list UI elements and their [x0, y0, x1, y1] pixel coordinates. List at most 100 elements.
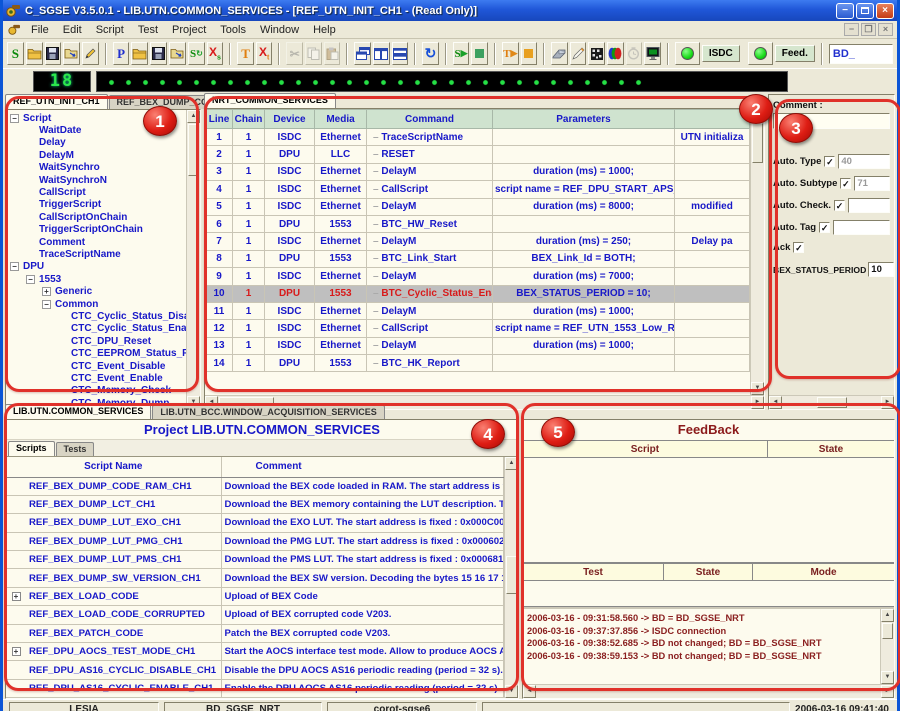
tree-scrollbar[interactable]: ▲ ▼ — [186, 110, 200, 409]
mdi-close-button[interactable]: × — [878, 23, 893, 36]
tree-toggle-icon[interactable]: − — [42, 300, 51, 309]
command-row[interactable]: 8 1 DPU 1553 BTC_Link_Start BEX_Link_Id … — [206, 250, 750, 267]
project-subtab[interactable]: Tests — [56, 442, 95, 456]
minimize-button[interactable]: − — [836, 3, 854, 19]
cell-expand[interactable] — [6, 679, 26, 697]
tree-item[interactable]: CTC_Event_Disable — [6, 360, 186, 372]
cell-expand[interactable] — [6, 514, 26, 532]
tree-item[interactable]: DelayM — [6, 149, 186, 161]
scripts-table-scrollbar[interactable]: ▲ ▼ — [504, 457, 518, 698]
scrollbar-thumb[interactable] — [506, 556, 517, 594]
menu-tools[interactable]: Tools — [213, 23, 253, 37]
tree-item[interactable]: − 1553 — [6, 273, 186, 285]
scroll-up-icon[interactable]: ▲ — [187, 110, 200, 123]
open-script-button[interactable] — [26, 42, 43, 65]
expand-icon[interactable]: + — [12, 647, 21, 656]
tree-toggle-icon[interactable]: + — [42, 287, 51, 296]
cell-expand[interactable]: + — [6, 643, 26, 661]
tree-item[interactable]: − Common — [6, 298, 186, 310]
scrollbar-thumb[interactable] — [882, 623, 893, 639]
stop-test-button[interactable] — [521, 42, 538, 65]
command-row[interactable]: 6 1 DPU 1553 BTC_HW_Reset — [206, 215, 750, 232]
delete-script-button[interactable]: Xs — [207, 42, 224, 65]
tree-toggle-icon[interactable]: − — [26, 275, 35, 284]
command-row[interactable]: 13 1 ISDC Ethernet DelayM duration (ms) … — [206, 337, 750, 354]
close-button[interactable]: × — [876, 3, 894, 19]
cell-expand[interactable] — [6, 569, 26, 587]
command-row[interactable]: 2 1 DPU LLC RESET — [206, 146, 750, 163]
eraser-button[interactable] — [551, 42, 568, 65]
col-device[interactable]: Device — [265, 110, 315, 129]
tree-item[interactable]: TraceScriptName — [6, 248, 186, 260]
scroll-left-icon[interactable]: ◄ — [523, 685, 536, 698]
cell-expand[interactable] — [6, 624, 26, 642]
script-row[interactable]: REF_DPU_AS16_CYCLIC_ENABLE_CH1 Enable th… — [6, 679, 504, 697]
col-line[interactable]: Line — [206, 110, 233, 129]
matrix-button[interactable] — [588, 42, 605, 65]
scroll-right-icon[interactable]: ► — [881, 685, 894, 698]
col-script-name[interactable]: Script Name — [6, 457, 221, 477]
run-script-button[interactable]: S▶ — [453, 42, 470, 65]
expand-icon[interactable]: + — [12, 592, 21, 601]
command-table-vscrollbar[interactable]: ▲ ▼ — [750, 109, 764, 395]
mdi-restore-button[interactable]: ❐ — [861, 23, 876, 36]
tree-toggle-icon[interactable]: − — [10, 262, 19, 271]
command-row[interactable]: 5 1 ISDC Ethernet DelayM duration (ms) =… — [206, 198, 750, 215]
cell-expand[interactable] — [6, 477, 26, 495]
col-parameters[interactable]: Parameters — [493, 110, 675, 129]
scroll-down-icon[interactable]: ▼ — [751, 382, 764, 395]
command-row[interactable]: 14 1 DPU 1553 BTC_HK_Report — [206, 355, 750, 372]
menu-file[interactable]: File — [24, 23, 56, 37]
auto-tag-checkbox[interactable]: ✓ — [819, 222, 830, 233]
auto-tag-field[interactable] — [833, 220, 890, 235]
new-script-button[interactable]: S — [7, 42, 24, 65]
tree-item[interactable]: CTC_Cyclic_Status_Disable — [6, 310, 186, 322]
tree-item[interactable]: CallScript — [6, 186, 186, 198]
run-test-button[interactable]: T▶ — [502, 42, 519, 65]
cell-expand[interactable] — [6, 661, 26, 679]
col-command[interactable]: Command — [367, 110, 493, 129]
auto-check-checkbox[interactable]: ✓ — [834, 200, 845, 211]
script-import-button[interactable] — [63, 42, 80, 65]
menu-help[interactable]: Help — [306, 23, 343, 37]
tree-item[interactable]: − Script — [6, 112, 186, 124]
edit-script-button[interactable] — [82, 42, 99, 65]
script-row[interactable]: REF_BEX_DUMP_LCT_CH1 Download the BEX me… — [6, 495, 504, 513]
save-script-button[interactable] — [45, 42, 62, 65]
tree-item[interactable]: WaitSynchroN — [6, 174, 186, 186]
tree-item[interactable]: CallScriptOnChain — [6, 211, 186, 223]
command-row[interactable]: 12 1 ISDC Ethernet CallScript script nam… — [206, 320, 750, 337]
cell-expand[interactable] — [6, 532, 26, 550]
script-row[interactable]: REF_BEX_DUMP_LUT_PMS_CH1 Download the PM… — [6, 551, 504, 569]
script-row[interactable]: REF_DPU_AS16_CYCLIC_DISABLE_CH1 Disable … — [6, 661, 504, 679]
bd-input[interactable] — [829, 44, 893, 64]
command-table-tab[interactable]: NRT_COMMON_SERVICES — [204, 93, 336, 108]
project-subtab[interactable]: Scripts — [8, 441, 55, 456]
tree-item[interactable]: CTC_Memory_Check — [6, 385, 186, 397]
stop-script-button[interactable] — [471, 42, 488, 65]
scroll-down-icon[interactable]: ▼ — [881, 671, 894, 684]
menu-edit[interactable]: Edit — [56, 23, 89, 37]
script-row[interactable]: REF_BEX_PATCH_CODE Patch the BEX corrupt… — [6, 624, 504, 642]
auto-subtype-field[interactable] — [854, 176, 890, 191]
command-row[interactable]: 11 1 ISDC Ethernet DelayM duration (ms) … — [206, 302, 750, 319]
tree-item[interactable]: − DPU — [6, 261, 186, 273]
auto-type-checkbox[interactable]: ✓ — [824, 156, 835, 167]
script-tab[interactable]: REF_UTN_INIT_CH1 — [5, 94, 108, 109]
colors-button[interactable] — [607, 42, 624, 65]
tree-item[interactable]: WaitDate — [6, 124, 186, 136]
col-chain[interactable]: Chain — [233, 110, 265, 129]
maximize-button[interactable] — [856, 3, 874, 19]
cell-expand[interactable] — [6, 606, 26, 624]
tree-item[interactable]: Comment — [6, 236, 186, 248]
scrollbar-thumb[interactable] — [188, 124, 199, 176]
tree-item[interactable]: WaitSynchro — [6, 162, 186, 174]
test-button[interactable]: T — [237, 42, 254, 65]
delete-test-button[interactable]: Xt — [256, 42, 273, 65]
log-vscrollbar[interactable]: ▲ ▼ — [880, 609, 894, 684]
scroll-up-icon[interactable]: ▲ — [751, 109, 764, 122]
command-row[interactable]: 7 1 ISDC Ethernet DelayM duration (ms) =… — [206, 233, 750, 250]
auto-subtype-checkbox[interactable]: ✓ — [840, 178, 851, 189]
scrollbar-thumb[interactable] — [752, 123, 763, 163]
tree-item[interactable]: TriggerScriptOnChain — [6, 224, 186, 236]
